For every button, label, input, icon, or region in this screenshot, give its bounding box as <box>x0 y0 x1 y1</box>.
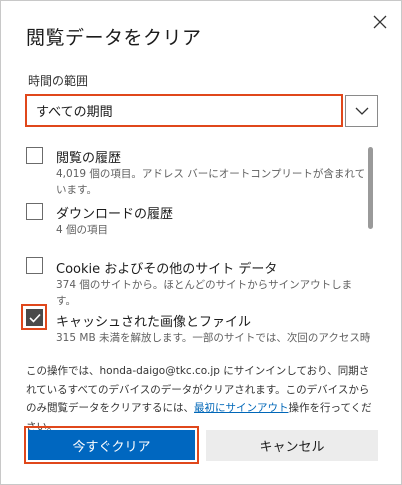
browsing-history-checkbox[interactable] <box>26 147 43 164</box>
cookies-checkbox[interactable] <box>26 257 43 274</box>
item-description: 4 個の項目 <box>56 224 109 236</box>
clear-now-button[interactable]: 今すぐクリア <box>28 430 195 460</box>
clear-browsing-data-dialog: 閲覧データをクリア 時間の範囲 すべての期間 閲覧の履歴 4,019 個の項目。… <box>0 0 402 485</box>
dialog-title: 閲覧データをクリア <box>26 27 202 49</box>
time-range-dropdown-button[interactable] <box>345 95 378 127</box>
time-range-value: すべての期間 <box>36 105 113 120</box>
sync-notice: この操作では、honda-daigo@tkc.co.jp にサインインしており、… <box>26 362 378 436</box>
item-description: 315 MB 未満を解放します。一部のサイトでは、次回のアクセス時 <box>56 332 371 344</box>
time-range-select-box[interactable]: すべての期間 <box>25 94 343 127</box>
time-range-label: 時間の範囲 <box>28 74 89 88</box>
close-button[interactable] <box>367 9 393 35</box>
chevron-down-icon <box>355 107 368 115</box>
item-description: 4,019 個の項目。アドレス バーにオートコンプリートが含まれています。 <box>56 168 366 196</box>
list-scrollbar[interactable] <box>368 147 373 229</box>
item-title: キャッシュされた画像とファイル <box>56 315 252 330</box>
data-type-list: 閲覧の履歴 4,019 個の項目。アドレス バーにオートコンプリートが含まれてい… <box>21 141 379 351</box>
clear-now-button-highlight: 今すぐクリア <box>24 426 199 464</box>
sign-out-first-link[interactable]: 最初にサインアウト <box>194 402 289 414</box>
time-range-select[interactable]: すべての期間 <box>25 94 378 127</box>
item-title: 閲覧の履歴 <box>56 151 122 166</box>
close-icon <box>373 15 387 29</box>
cached-images-checkbox[interactable] <box>26 309 43 326</box>
cancel-button[interactable]: キャンセル <box>206 430 378 461</box>
item-title: Cookie およびその他のサイト データ <box>56 262 278 277</box>
checkmark-icon <box>28 313 41 323</box>
download-history-checkbox[interactable] <box>26 203 43 220</box>
item-title: ダウンロードの履歴 <box>56 207 174 222</box>
item-description: 374 個のサイトから。ほとんどのサイトからサインアウトします。 <box>56 279 353 307</box>
